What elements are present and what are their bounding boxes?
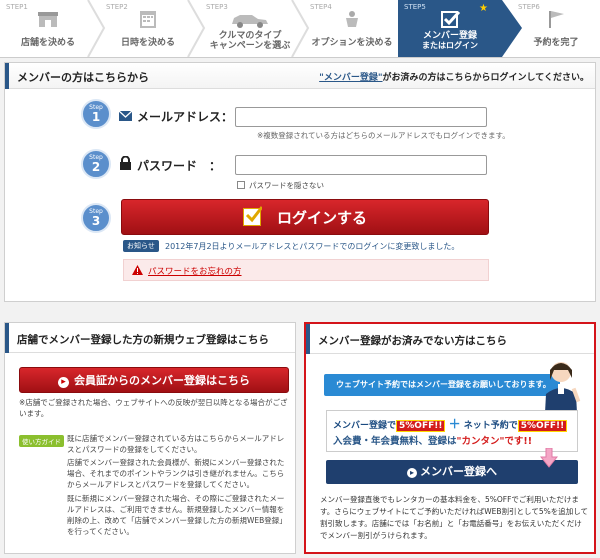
check-icon <box>441 10 461 28</box>
step-label: 予約を完了 <box>533 37 579 48</box>
email-field[interactable] <box>235 107 487 127</box>
header-accent-bar <box>5 323 9 353</box>
down-arrow-icon <box>540 448 558 468</box>
step-number: STEP3 <box>206 3 228 11</box>
step-circle-3: Step 3 <box>81 203 111 233</box>
step-number: STEP1 <box>6 3 28 11</box>
star-icon: ★ <box>479 3 488 14</box>
step-label: クルマのタイプ キャンペーンを選ぶ <box>200 31 300 51</box>
step-number: STEP4 <box>310 3 332 11</box>
login-note-quote: "メンバー登録" <box>319 73 383 83</box>
mail-icon <box>119 110 132 121</box>
login-note: "メンバー登録"がお済みの方はこちらからログインしてください。 <box>319 70 589 83</box>
card-member-register-button[interactable]: ▸ 会員証からのメンバー登録はこちら <box>19 367 289 393</box>
step-label-line2: またはログイン <box>422 40 478 50</box>
step-label: メンバー登録 またはログイン <box>398 31 502 51</box>
login-button[interactable]: ログインする <box>121 199 489 235</box>
header-accent-bar <box>5 63 9 89</box>
flag-icon <box>549 11 564 28</box>
guide-text-1: 既に店舗でメンバー登録されている方はこちらからメールアドレスとパスワードの登録を… <box>67 434 285 454</box>
info-text: 2012年7月2日よりメールアドレスとパスワードでのログインに変更致しました。 <box>165 242 460 251</box>
guide-text-2: 店舗でメンバー登録された会員様が、新規にメンバー登録された場合、それまでのポイン… <box>67 458 285 489</box>
step-progress-bar: STEP1 店舗を決める STEP2 日時を決める STEP3 クルマのタイプキ… <box>0 0 600 58</box>
calendar-icon <box>140 11 156 28</box>
promo-line-1: メンバー登録で 5%OFF!! ＋ ネット予約で 5%OFF!! <box>333 415 568 432</box>
show-password-label: パスワードを隠さない <box>249 181 324 190</box>
card-member-register-label: 会員証からのメンバー登録はこちら <box>74 374 250 387</box>
chevron-separator <box>87 0 106 57</box>
store-member-panel: 店舗でメンバー登録した方の新規ウェブ登録はこちら ▸ 会員証からのメンバー登録はこ… <box>4 322 296 554</box>
discount-promo: メンバー登録で 5%OFF!! ＋ ネット予約で 5%OFF!! 入会費・年会費無料… <box>326 410 578 452</box>
promo-line-2: 入会費・年会費無料、登録は"カンタン"です!! <box>333 433 532 447</box>
forgot-password-link[interactable]: パスワードをお忘れの方 <box>148 265 242 277</box>
email-label: メールアドレス： <box>137 110 234 124</box>
step-4: STEP4 オプションを決める <box>304 0 400 57</box>
member-benefit-text: メンバー登録直後でもレンタカーの基本料金を、5%OFFでご利用いただけます。さら… <box>320 495 588 540</box>
store-note: ※店舗でご登録された場合、ウェブサイトへの反映が翌日以降となる場合がございます。 <box>19 398 288 418</box>
promo-off-1: 5%OFF!! <box>396 420 446 432</box>
promo-line-2a: 入会費・年会費無料、登録は <box>333 436 457 447</box>
warning-icon <box>132 265 143 275</box>
member-register-label: メンバー登録へ <box>420 465 497 478</box>
store-icon <box>38 12 58 27</box>
arrow-circle-icon: ▸ <box>58 377 69 388</box>
step-3: STEP3 クルマのタイプ キャンペーンを選ぶ <box>200 0 310 57</box>
lock-icon <box>120 156 131 170</box>
plus-icon: ＋ <box>448 417 461 431</box>
step-number: STEP2 <box>106 3 128 11</box>
promo-text-b: ネット予約で <box>463 421 518 431</box>
guide-text-3: 既に新規にメンバー登録された場合、その際にご登録されたメールアドレスは、ご利用で… <box>67 494 287 536</box>
member-login-panel: メンバーの方はこちらから "メンバー登録"がお済みの方はこちらからログインしてく… <box>4 62 596 302</box>
login-header: メンバーの方はこちらから "メンバー登録"がお済みの方はこちらからログインしてく… <box>5 63 595 89</box>
step-6: STEP6 予約を完了 <box>512 0 600 57</box>
chevron-separator <box>291 0 310 57</box>
header-accent-bar <box>306 324 310 354</box>
forgot-password-box: パスワードをお忘れの方 <box>123 259 489 281</box>
password-label: パスワード ： <box>137 159 222 173</box>
step-5-current: STEP5 ★ メンバー登録 またはログイン <box>398 0 522 57</box>
not-member-header: メンバー登録がお済みでない方はこちら <box>306 324 594 354</box>
step-2: STEP2 日時を決める <box>100 0 206 57</box>
login-title: メンバーの方はこちらから <box>17 71 149 84</box>
store-member-title: 店舗でメンバー登録した方の新規ウェブ登録はこちら <box>17 334 269 346</box>
member-request-banner: ウェブサイト予約ではメンバー登録をお願いしております。 <box>324 374 560 396</box>
car-icon <box>232 15 268 28</box>
promo-text-a: メンバー登録で <box>333 421 397 431</box>
child-seat-icon <box>346 11 358 27</box>
password-field[interactable] <box>235 155 487 175</box>
checkbox-check-icon <box>242 206 262 226</box>
email-hint: ※複数登録されている方はどちらのメールアドレスでもログインできます。 <box>257 131 510 140</box>
promo-line-2b: "カンタン"です!! <box>456 436 533 447</box>
chevron-separator <box>502 0 522 57</box>
step-label-line2: キャンペーンを選ぶ <box>209 40 291 51</box>
promo-off-2: 5%OFF!! <box>517 420 568 432</box>
info-badge: お知らせ <box>123 240 159 252</box>
step-label: 日時を決める <box>120 37 175 48</box>
chevron-separator <box>187 0 206 57</box>
not-member-panel: メンバー登録がお済みでない方はこちら ウェブサイト予約ではメンバー登録をお願いし… <box>304 322 596 554</box>
store-member-header: 店舗でメンバー登録した方の新規ウェブ登録はこちら <box>5 323 295 353</box>
guide-badge: 使い方ガイド <box>19 435 64 447</box>
show-password-checkbox[interactable] <box>237 181 245 189</box>
step-label: 店舗を決める <box>20 37 75 48</box>
step-number: STEP5 <box>404 3 426 11</box>
step-1: STEP1 店舗を決める <box>0 0 106 57</box>
step-circle-1: Step 1 <box>81 99 111 129</box>
step-circle-2: Step 2 <box>81 149 111 179</box>
login-note-text: がお済みの方はこちらからログインしてください。 <box>382 73 589 83</box>
login-button-label: ログインする <box>276 209 367 227</box>
arrow-circle-icon: ▸ <box>407 468 417 478</box>
not-member-title: メンバー登録がお済みでない方はこちら <box>318 335 507 347</box>
step-label: オプションを決める <box>311 37 393 48</box>
